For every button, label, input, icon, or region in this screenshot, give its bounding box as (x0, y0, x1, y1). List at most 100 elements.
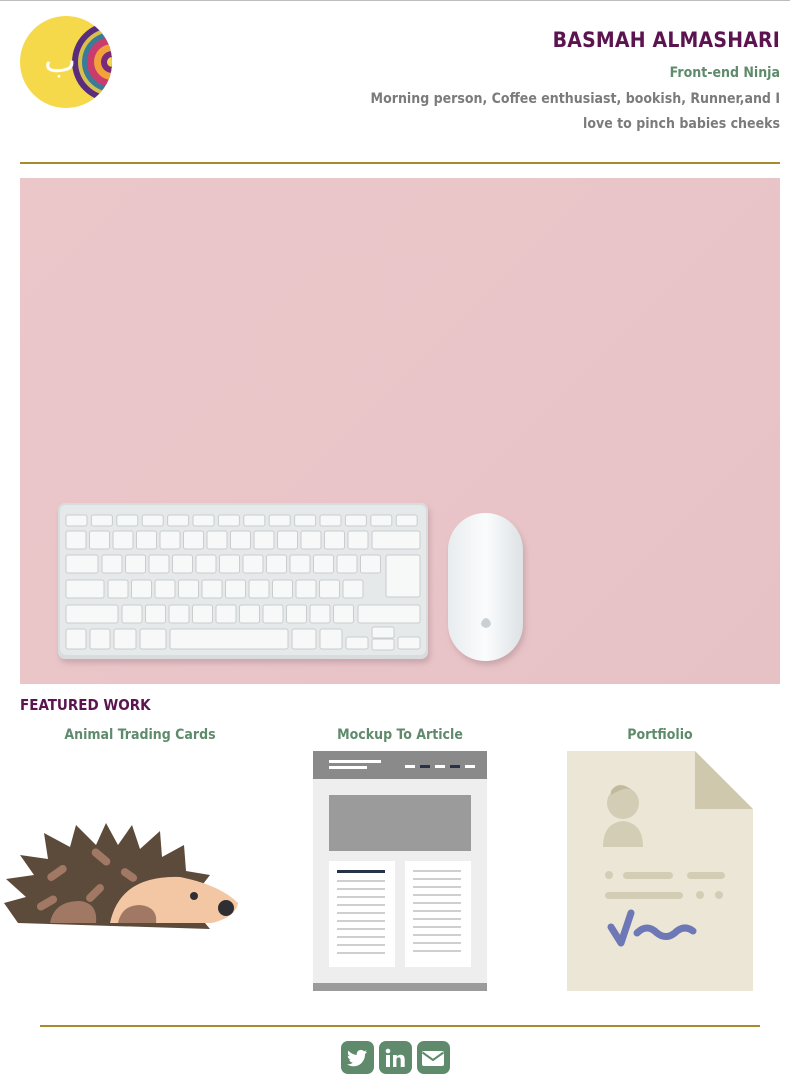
keyboard-key (262, 604, 284, 624)
keyboard-key (65, 628, 87, 650)
keyboard-key (324, 530, 345, 550)
keyboard-key (313, 554, 334, 574)
work-title: Mockup To Article (337, 727, 463, 743)
keyboard-key (65, 514, 88, 527)
keyboard-key (333, 604, 354, 624)
twitter-icon[interactable] (340, 1041, 374, 1074)
keyboard-key (309, 604, 331, 624)
keyboard-key (159, 530, 181, 550)
keyboard-key (141, 514, 164, 527)
keyboard-key (89, 628, 111, 650)
keyboard-key (277, 530, 298, 550)
keyboard-key (217, 514, 240, 527)
keyboard-key (357, 604, 421, 624)
keyboard-key (230, 530, 251, 550)
keyboard-key (347, 530, 369, 550)
keyboard-key (395, 514, 418, 527)
keyboard-key (385, 554, 421, 598)
work-item-portfolio[interactable]: Portfiolio (560, 727, 760, 991)
hedgehog-icon (4, 823, 238, 929)
keyboard-key (101, 554, 123, 574)
keyboard-key (195, 554, 217, 574)
keyboard-key (371, 626, 395, 639)
keyboard-key (370, 514, 393, 527)
keyboard-mouse-illustration (58, 503, 523, 661)
keyboard-key (65, 579, 105, 599)
keyboard-key (268, 514, 291, 527)
keyboard-key (112, 530, 134, 550)
keyboard-key (125, 554, 146, 574)
keyboard-key (90, 514, 113, 527)
envelope-icon[interactable] (416, 1041, 450, 1074)
keyboard-key (131, 579, 152, 599)
logo: ب (20, 16, 112, 108)
keyboard-key (397, 636, 421, 650)
header-divider (20, 162, 780, 164)
keyboard-key (169, 628, 289, 650)
keyboard-key (371, 530, 421, 550)
keyboard-key (192, 514, 215, 527)
keyboard-key (344, 514, 367, 527)
keyboard-key (183, 530, 204, 550)
keyboard-key (243, 514, 266, 527)
work-title: Animal Trading Cards (64, 727, 216, 743)
keyboard-key (219, 554, 240, 574)
keyboard-key (342, 579, 364, 599)
keyboard-key (319, 628, 343, 650)
keyboard-key (248, 579, 270, 599)
social-links (0, 1041, 790, 1074)
work-item-animal-cards[interactable]: Animal Trading Cards (4, 727, 260, 935)
keyboard-key (360, 554, 381, 574)
keyboard-key (291, 628, 317, 650)
keyboard-key (239, 604, 260, 624)
keyboard-key (286, 604, 307, 624)
keyboard-key (116, 514, 139, 527)
keyboard-key (253, 530, 275, 550)
keyboard-key (289, 554, 311, 574)
keyboard-key (294, 514, 317, 527)
keyboard-key (192, 604, 213, 624)
keyboard-key (215, 604, 237, 624)
role-subtitle: Front-end Ninja (669, 65, 780, 81)
keyboard-key (300, 530, 322, 550)
footer-divider (40, 1025, 760, 1027)
keyboard-key (172, 554, 193, 574)
header-text: BASMAH ALMASHARI Front-end Ninja Morning… (360, 28, 780, 137)
hero-image (20, 178, 780, 684)
keyboard-key (272, 579, 293, 599)
logo-letter: ب (44, 41, 76, 81)
keyboard-key (371, 638, 395, 651)
keyboard-key (242, 554, 264, 574)
keyboard-key (295, 579, 317, 599)
keyboard-key (89, 530, 110, 550)
keyboard-key (145, 604, 166, 624)
keyboard-key (345, 636, 369, 650)
keyboard-key (113, 628, 137, 650)
keyboard-key (206, 530, 228, 550)
site-name: BASMAH ALMASHARI (552, 28, 780, 52)
resume-document-icon (567, 751, 753, 991)
keyboard-key (65, 604, 119, 624)
keyboard-key (65, 530, 87, 550)
keyboard-key (336, 554, 358, 574)
keyboard-key (178, 579, 199, 599)
article-mockup-icon (313, 751, 487, 991)
work-item-mockup-article[interactable]: Mockup To Article (300, 727, 500, 991)
keyboard-key (65, 554, 99, 574)
keyboard-key (136, 530, 157, 550)
bio-text: Morning person, Coffee enthusiast, booki… (370, 91, 780, 132)
keyboard-key (107, 579, 129, 599)
keyboard-key (168, 604, 190, 624)
linkedin-icon[interactable] (378, 1041, 412, 1074)
featured-work-title: FEATURED WORK (20, 696, 151, 714)
keyboard-key (319, 514, 342, 527)
keyboard-key (154, 579, 176, 599)
keyboard-key (167, 514, 190, 527)
work-title: Portfiolio (627, 727, 693, 743)
keyboard-key (319, 579, 340, 599)
keyboard-key (139, 628, 167, 650)
keyboard-key (225, 579, 246, 599)
keyboard-key (201, 579, 223, 599)
keyboard-key (148, 554, 170, 574)
keyboard-key (121, 604, 143, 624)
